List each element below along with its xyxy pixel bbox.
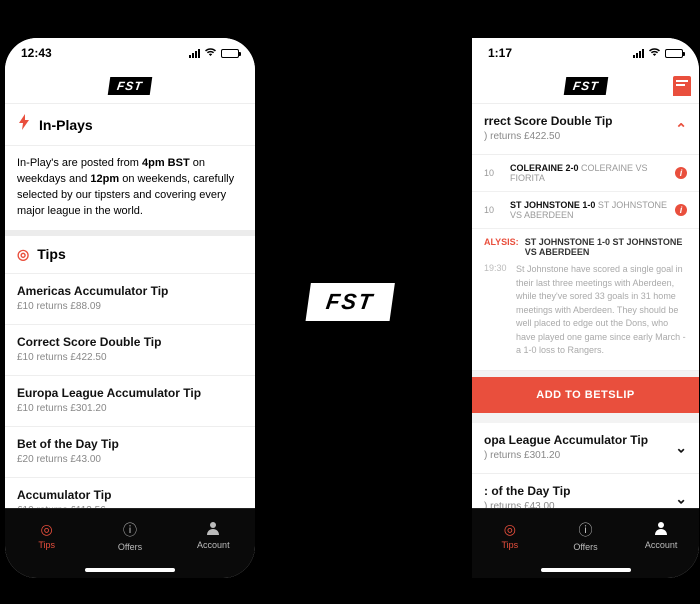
info-icon: ⓘ bbox=[123, 520, 137, 540]
status-time: 1:17 bbox=[488, 46, 512, 60]
inplays-heading: In-Plays bbox=[39, 117, 93, 133]
tip-sub: ) returns £422.50 bbox=[484, 131, 687, 142]
betslip-icon[interactable] bbox=[673, 76, 691, 96]
match-time: 10 bbox=[484, 205, 504, 215]
status-bar: 12:43 bbox=[5, 38, 255, 68]
tip-title: : of the Day Tip bbox=[484, 484, 687, 498]
tab-account[interactable]: Account bbox=[623, 509, 699, 562]
match-main: COLERAINE 2-0 COLERAINE VS FIORITA bbox=[510, 163, 669, 183]
wifi-icon bbox=[204, 47, 217, 60]
tip-title: opa League Accumulator Tip bbox=[484, 433, 687, 447]
tip-row[interactable]: : of the Day Tip ) returns £43.00 ⌄ bbox=[472, 474, 699, 509]
match-time: 10 bbox=[484, 168, 504, 178]
tab-account[interactable]: Account bbox=[172, 509, 255, 562]
home-indicator bbox=[472, 562, 699, 578]
tips-section-header: ◎ Tips bbox=[5, 236, 255, 274]
analysis-block: ALYSIS: ST JOHNSTONE 1-0 ST JOHNSTONE VS… bbox=[472, 229, 699, 371]
tip-sub: £10 returns £422.50 bbox=[17, 352, 243, 363]
info-icon[interactable]: i bbox=[675, 204, 687, 216]
tip-title: Americas Accumulator Tip bbox=[17, 284, 243, 298]
target-icon: ◎ bbox=[41, 521, 53, 538]
analysis-title: ST JOHNSTONE 1-0 ST JOHNSTONE VS ABERDEE… bbox=[525, 237, 687, 257]
tip-row[interactable]: Accumulator Tip £10 returns £113.56 bbox=[5, 478, 255, 508]
tip-title: rrect Score Double Tip bbox=[484, 114, 687, 128]
tab-label: Account bbox=[645, 540, 678, 550]
match-main: ST JOHNSTONE 1-0 ST JOHNSTONE VS ABERDEE… bbox=[510, 200, 669, 220]
status-right bbox=[633, 47, 683, 60]
analysis-time: 19:30 bbox=[484, 263, 510, 358]
info-icon: ⓘ bbox=[579, 520, 593, 540]
inplays-section-header: In-Plays bbox=[5, 104, 255, 146]
battery-icon bbox=[221, 49, 239, 58]
tip-sub: £10 returns £301.20 bbox=[17, 403, 243, 414]
home-indicator bbox=[5, 562, 255, 578]
wifi-icon bbox=[648, 47, 661, 60]
chevron-up-icon: ⌃ bbox=[675, 121, 687, 138]
match-row[interactable]: 10 COLERAINE 2-0 COLERAINE VS FIORITA i bbox=[472, 155, 699, 192]
inplays-bold1: 4pm BST bbox=[142, 157, 190, 169]
tab-offers[interactable]: ⓘ Offers bbox=[548, 509, 624, 562]
tab-label: Offers bbox=[118, 542, 142, 552]
info-icon[interactable]: i bbox=[675, 167, 687, 179]
signal-icon bbox=[633, 49, 644, 58]
content-scroll[interactable]: rrect Score Double Tip ) returns £422.50… bbox=[472, 104, 699, 508]
tab-label: Offers bbox=[573, 542, 597, 552]
tips-heading: Tips bbox=[37, 246, 66, 262]
fst-center-logo: FST bbox=[306, 283, 395, 321]
target-icon: ◎ bbox=[17, 246, 29, 263]
fst-logo: FST bbox=[108, 77, 152, 95]
tip-title: Accumulator Tip bbox=[17, 488, 243, 502]
tab-label: Tips bbox=[38, 540, 55, 550]
tab-bar: ◎ Tips ⓘ Offers Account bbox=[472, 508, 699, 562]
inplays-bold2: 12pm bbox=[90, 173, 119, 185]
tab-label: Account bbox=[197, 540, 230, 550]
fst-logo: FST bbox=[563, 77, 607, 95]
tab-tips[interactable]: ◎ Tips bbox=[5, 509, 88, 562]
analysis-label: ALYSIS: bbox=[484, 237, 519, 257]
tip-title: Bet of the Day Tip bbox=[17, 437, 243, 451]
tip-row[interactable]: Correct Score Double Tip £10 returns £42… bbox=[5, 325, 255, 376]
chevron-down-icon: ⌄ bbox=[675, 439, 687, 456]
status-bar: 1:17 bbox=[472, 38, 699, 68]
phone-left: 12:43 FST In-Plays In-Play's are posted … bbox=[5, 38, 255, 578]
tab-offers[interactable]: ⓘ Offers bbox=[88, 509, 171, 562]
tip-row[interactable]: Bet of the Day Tip £20 returns £43.00 bbox=[5, 427, 255, 478]
phone-right: 1:17 FST rrect Score Double Tip ) return… bbox=[472, 38, 699, 578]
chevron-down-icon: ⌄ bbox=[675, 490, 687, 507]
analysis-text: St Johnstone have scored a single goal i… bbox=[516, 263, 687, 358]
person-icon bbox=[654, 521, 668, 538]
app-header: FST bbox=[5, 68, 255, 104]
tab-label: Tips bbox=[502, 540, 519, 550]
app-header: FST bbox=[472, 68, 699, 104]
signal-icon bbox=[189, 49, 200, 58]
tip-sub: £10 returns £113.56 bbox=[17, 505, 243, 508]
tip-sub: £10 returns £88.09 bbox=[17, 301, 243, 312]
status-right bbox=[189, 47, 239, 60]
target-icon: ◎ bbox=[504, 521, 516, 538]
tip-row[interactable]: Americas Accumulator Tip £10 returns £88… bbox=[5, 274, 255, 325]
inplays-text: In-Play's are posted from bbox=[17, 157, 142, 169]
person-icon bbox=[206, 521, 220, 538]
tip-title: Correct Score Double Tip bbox=[17, 335, 243, 349]
match-score: COLERAINE 2-0 bbox=[510, 163, 579, 173]
battery-icon bbox=[665, 49, 683, 58]
tip-sub: ) returns £301.20 bbox=[484, 450, 687, 461]
tab-bar: ◎ Tips ⓘ Offers Account bbox=[5, 508, 255, 562]
bolt-icon bbox=[17, 114, 31, 135]
content-scroll[interactable]: In-Plays In-Play's are posted from 4pm B… bbox=[5, 104, 255, 508]
tip-row[interactable]: Europa League Accumulator Tip £10 return… bbox=[5, 376, 255, 427]
tip-row[interactable]: opa League Accumulator Tip ) returns £30… bbox=[472, 423, 699, 474]
tip-sub: ) returns £43.00 bbox=[484, 501, 687, 509]
match-score: ST JOHNSTONE 1-0 bbox=[510, 200, 595, 210]
tip-title: Europa League Accumulator Tip bbox=[17, 386, 243, 400]
match-row[interactable]: 10 ST JOHNSTONE 1-0 ST JOHNSTONE VS ABER… bbox=[472, 192, 699, 229]
add-to-betslip-button[interactable]: ADD TO BETSLIP bbox=[472, 377, 699, 413]
tip-row-expanded[interactable]: rrect Score Double Tip ) returns £422.50… bbox=[472, 104, 699, 155]
tip-sub: £20 returns £43.00 bbox=[17, 454, 243, 465]
inplays-info: In-Play's are posted from 4pm BST on wee… bbox=[5, 146, 255, 236]
tab-tips[interactable]: ◎ Tips bbox=[472, 509, 548, 562]
status-time: 12:43 bbox=[21, 46, 52, 60]
